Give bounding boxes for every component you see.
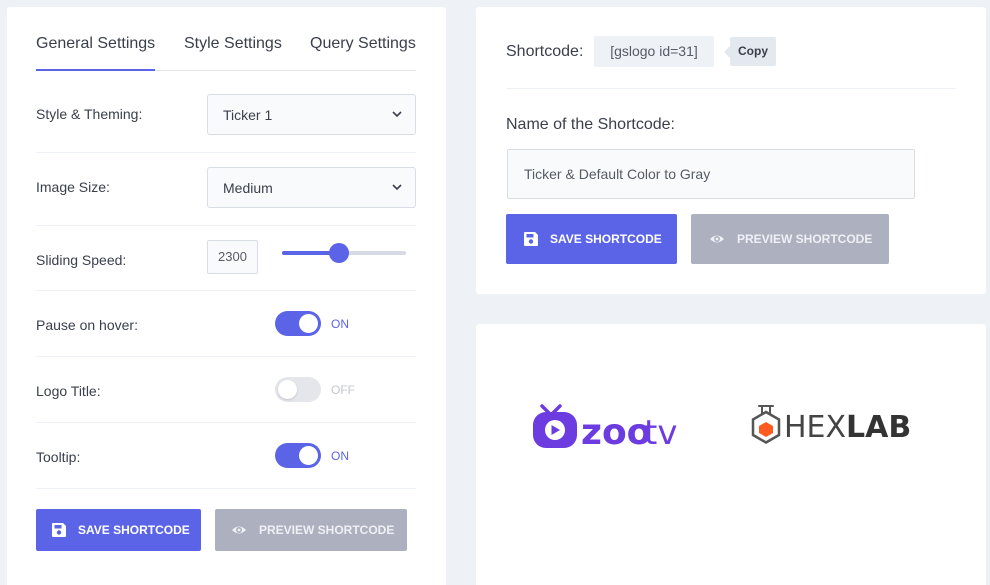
- style-theming-value: Ticker 1: [223, 107, 273, 123]
- floppy-disk-icon: [524, 232, 538, 246]
- zoo-tv-logo-text-light: tv: [644, 413, 677, 452]
- toggle-knob: [299, 446, 318, 465]
- pause-on-hover-state: ON: [331, 317, 349, 331]
- style-theming-select[interactable]: Ticker 1: [207, 94, 416, 135]
- settings-tabs: General Settings Style Settings Query Se…: [36, 35, 416, 71]
- sliding-speed-row: Sliding Speed: 2300: [36, 226, 416, 291]
- toggle-knob: [299, 314, 318, 333]
- shortcode-value[interactable]: [gslogo id=31]: [594, 36, 714, 67]
- chevron-down-icon: [392, 184, 402, 191]
- preview-button-label: PREVIEW SHORTCODE: [737, 232, 873, 246]
- zoo-tv-logo-image: zoo tv: [533, 404, 677, 453]
- image-size-value: Medium: [223, 180, 273, 196]
- save-button-label: SAVE SHORTCODE: [550, 232, 662, 246]
- shortcode-name-label: Name of the Shortcode:: [506, 116, 675, 133]
- pause-on-hover-row: Pause on hover: ON: [36, 291, 416, 357]
- eye-icon: [710, 235, 724, 243]
- logo-title-state: OFF: [331, 383, 355, 397]
- zoo-tv-logo-text-bold: zoo: [581, 412, 651, 452]
- preview-button-label: PREVIEW SHORTCODE: [259, 523, 395, 537]
- logo-title-row: Logo Title: OFF: [36, 357, 416, 423]
- eye-icon: [232, 526, 246, 534]
- tab-style-settings[interactable]: Style Settings: [184, 35, 282, 53]
- preview-shortcode-button[interactable]: PREVIEW SHORTCODE: [215, 509, 407, 551]
- shortcode-label: Shortcode:: [506, 43, 584, 60]
- image-size-row: Image Size: Medium: [36, 153, 416, 226]
- style-theming-row: Style & Theming: Ticker 1: [36, 87, 416, 153]
- sliding-speed-slider[interactable]: [282, 243, 406, 263]
- tab-general-settings[interactable]: General Settings: [36, 35, 155, 53]
- floppy-disk-icon: [52, 523, 66, 537]
- general-settings-panel: General Settings Style Settings Query Se…: [7, 7, 446, 585]
- chevron-down-icon: [392, 111, 402, 118]
- sliding-speed-label: Sliding Speed:: [36, 252, 127, 268]
- logo-title-toggle[interactable]: [275, 377, 321, 402]
- shortcode-name-input[interactable]: Ticker & Default Color to Gray: [507, 149, 915, 199]
- hexlab-logo-text-bold: LAB: [846, 410, 910, 445]
- copy-button[interactable]: Copy: [724, 37, 776, 66]
- hexlab-logo-image: HEX LAB: [751, 405, 911, 445]
- hexlab-logo: HEX LAB: [750, 402, 911, 452]
- image-size-label: Image Size:: [36, 179, 110, 195]
- active-tab-indicator: [36, 69, 155, 71]
- image-size-select[interactable]: Medium: [207, 167, 416, 208]
- zoo-tv-logo: zoo tv: [531, 400, 691, 453]
- tooltip-toggle[interactable]: [275, 443, 321, 468]
- pause-on-hover-toggle[interactable]: [275, 311, 321, 336]
- save-shortcode-button[interactable]: SAVE SHORTCODE: [36, 509, 201, 551]
- divider: [506, 88, 956, 89]
- save-shortcode-button[interactable]: SAVE SHORTCODE: [506, 214, 677, 264]
- preview-shortcode-button[interactable]: PREVIEW SHORTCODE: [691, 214, 889, 264]
- logo-preview-panel: zoo tv HEX LAB: [476, 324, 986, 585]
- tooltip-state: ON: [331, 449, 349, 463]
- tooltip-label: Tooltip:: [36, 449, 81, 465]
- toggle-knob: [278, 380, 297, 399]
- tab-query-settings[interactable]: Query Settings: [310, 35, 416, 53]
- sliding-speed-input[interactable]: 2300: [207, 240, 258, 274]
- style-theming-label: Style & Theming:: [36, 106, 143, 122]
- pause-on-hover-label: Pause on hover:: [36, 317, 138, 333]
- shortcode-panel: Shortcode: [gslogo id=31] Copy Name of t…: [476, 7, 986, 294]
- save-button-label: SAVE SHORTCODE: [78, 523, 190, 537]
- tooltip-row: Tooltip: ON: [36, 423, 416, 489]
- slider-thumb[interactable]: [329, 243, 350, 263]
- hexlab-logo-text-light: HEX: [784, 410, 846, 445]
- logo-title-label: Logo Title:: [36, 383, 101, 399]
